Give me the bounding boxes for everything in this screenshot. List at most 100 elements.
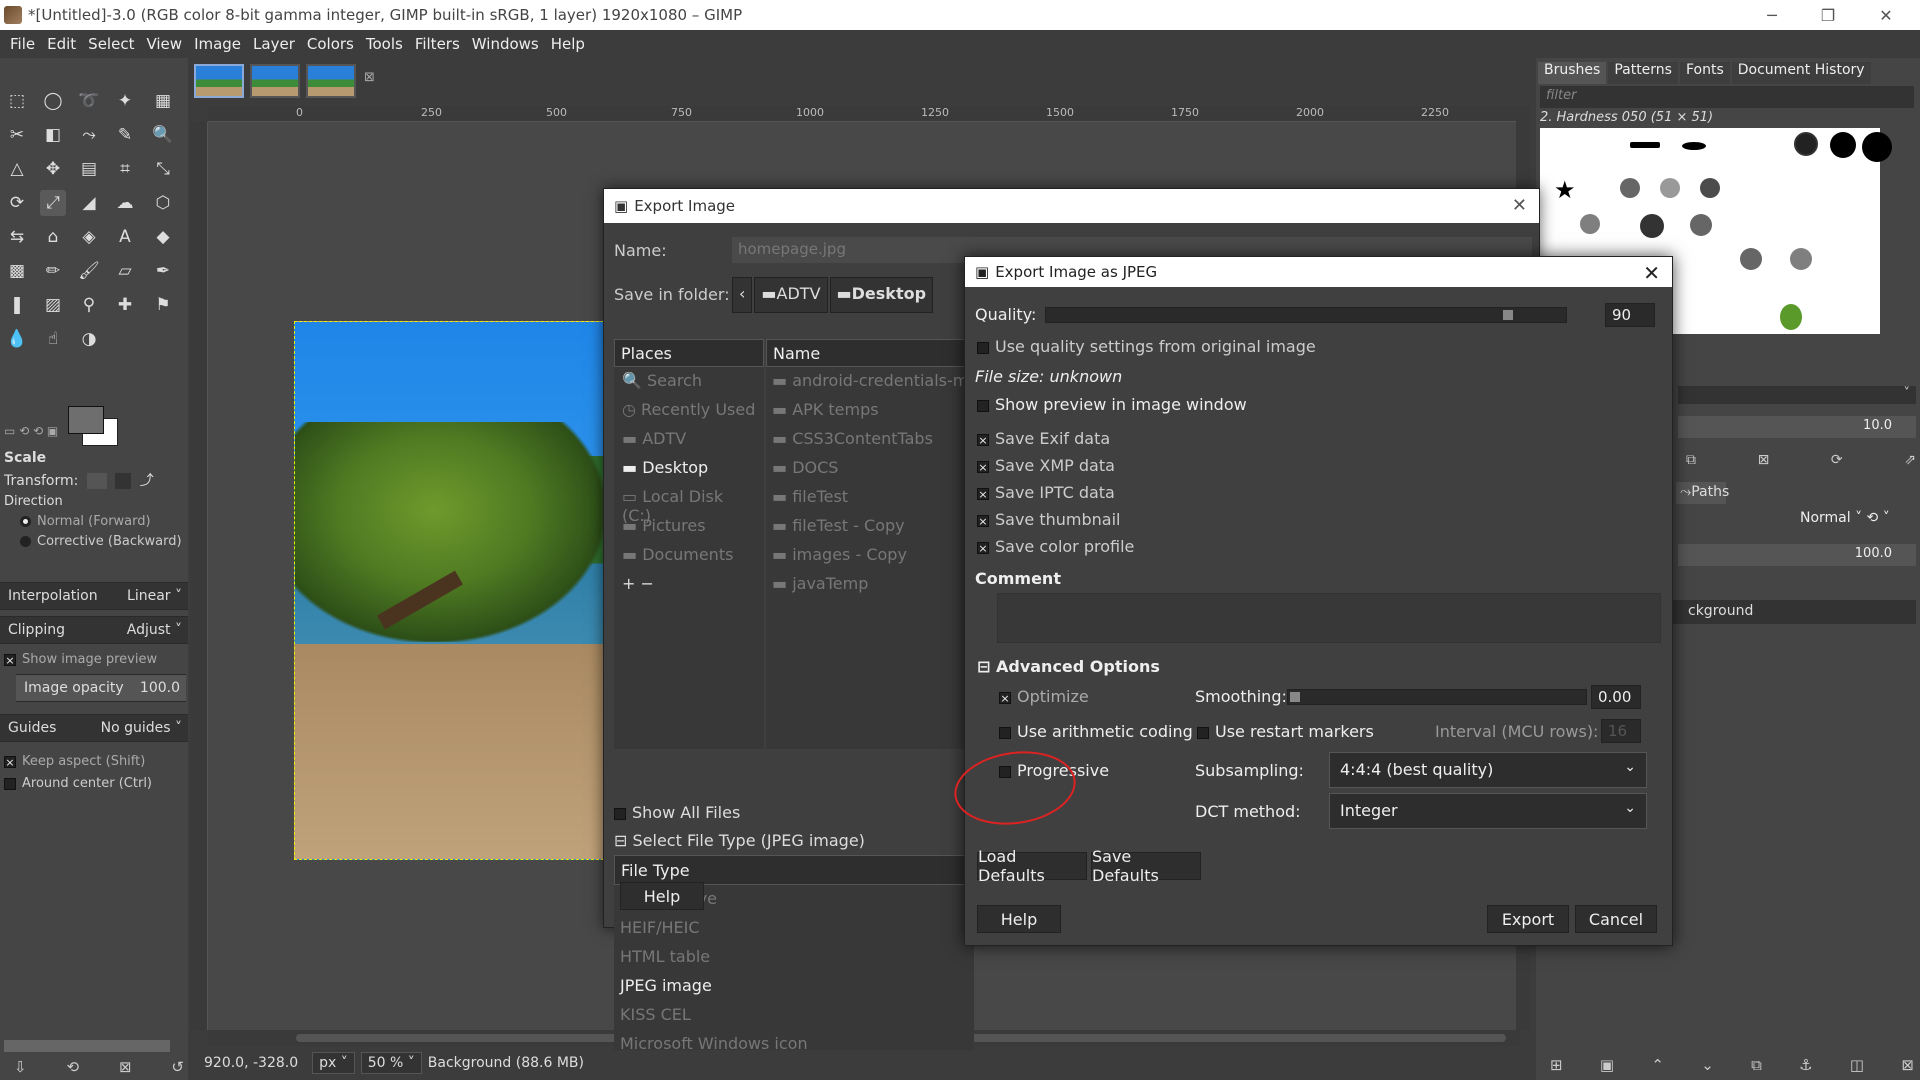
- brush-texture[interactable]: [1580, 214, 1600, 234]
- text-tool-icon[interactable]: A: [112, 224, 138, 250]
- guides-combo[interactable]: Guides No guides ˅: [0, 714, 188, 742]
- tab-brushes[interactable]: Brushes: [1538, 62, 1607, 84]
- anchor-layer-icon[interactable]: ⚓: [1799, 1056, 1812, 1074]
- mask-layer-icon[interactable]: ◫: [1850, 1056, 1864, 1074]
- gradient-icon[interactable]: ▩: [4, 258, 30, 284]
- select-file-type-expander[interactable]: ⊟ Select File Type (JPEG image): [614, 831, 865, 850]
- dock-row-combo[interactable]: ˅: [1678, 386, 1916, 404]
- path-back-button[interactable]: ‹: [732, 277, 753, 313]
- cancel-button[interactable]: Cancel: [1575, 905, 1657, 933]
- restart-markers-checkbox[interactable]: Use restart markers: [1197, 722, 1374, 741]
- subsampling-combo[interactable]: 4:4:4 (best quality) ⌄: [1329, 752, 1647, 788]
- transform-path-icon[interactable]: ⤴: [140, 473, 154, 489]
- file-type-row[interactable]: Microsoft Windows icon: [614, 1030, 974, 1059]
- file-row[interactable]: ▬ images - Copy: [766, 541, 966, 570]
- menu-filters[interactable]: Filters: [409, 35, 466, 53]
- path-desktop-button[interactable]: ▬Desktop: [829, 277, 934, 313]
- align-icon[interactable]: ▤: [76, 156, 102, 182]
- ink-icon[interactable]: ❚: [4, 292, 30, 318]
- keep-aspect-checkbox[interactable]: × Keep aspect (Shift): [0, 754, 188, 769]
- file-row[interactable]: ▬ DOCS: [766, 454, 966, 483]
- file-type-header[interactable]: File Type: [614, 855, 974, 885]
- around-center-checkbox[interactable]: Around center (Ctrl): [0, 776, 188, 791]
- pencil-icon[interactable]: ✏: [40, 258, 66, 284]
- comment-textarea[interactable]: [997, 593, 1661, 643]
- menu-colors[interactable]: Colors: [301, 35, 360, 53]
- mypaint-icon[interactable]: ▨: [40, 292, 66, 318]
- measure-icon[interactable]: △: [4, 156, 30, 182]
- load-defaults-button[interactable]: Load Defaults: [977, 847, 1087, 885]
- brush-texture[interactable]: [1740, 248, 1762, 270]
- advanced-options-expander[interactable]: ⊟ Advanced Options: [977, 657, 1160, 676]
- brush-hardness-050[interactable]: [1794, 132, 1818, 156]
- file-row[interactable]: ▬ CSS3ContentTabs: [766, 425, 966, 454]
- quality-spinbox[interactable]: 90: [1605, 303, 1655, 327]
- place-pictures[interactable]: ▬ Pictures: [614, 512, 764, 541]
- delete-options-icon[interactable]: ⊠: [119, 1058, 132, 1076]
- restore-button[interactable]: ❐: [1800, 0, 1856, 30]
- menu-image[interactable]: Image: [188, 35, 247, 53]
- perspective-clone-icon[interactable]: ⚑: [150, 292, 176, 318]
- smoothing-spinbox[interactable]: 0.00: [1591, 685, 1641, 709]
- brush-line[interactable]: [1630, 142, 1660, 148]
- paintbrush-icon[interactable]: 🖌: [76, 258, 102, 284]
- clipping-combo[interactable]: Clipping Adjust ˅: [0, 616, 188, 644]
- save-options-icon[interactable]: ⇩: [14, 1058, 27, 1076]
- paint-bucket-icon[interactable]: ◆: [150, 224, 176, 250]
- zoom-icon[interactable]: 🔍: [150, 122, 176, 148]
- brush-hardness-100[interactable]: [1862, 132, 1892, 162]
- export-help-button[interactable]: Help: [620, 882, 704, 910]
- menu-view[interactable]: View: [140, 35, 188, 53]
- optimize-checkbox[interactable]: × Optimize: [999, 687, 1089, 706]
- new-layer-icon[interactable]: ⊞: [1550, 1056, 1563, 1074]
- layer-opacity-slider[interactable]: 100.0: [1678, 544, 1916, 566]
- quality-slider[interactable]: [1045, 307, 1567, 323]
- tab-paths[interactable]: ⤳Paths: [1676, 482, 1729, 504]
- brush-texture[interactable]: [1620, 178, 1640, 198]
- use-quality-checkbox[interactable]: Use quality settings from original image: [977, 337, 1316, 356]
- save-xmp-checkbox[interactable]: × Save XMP data: [977, 456, 1115, 475]
- place-local-disk[interactable]: ▭ Local Disk (C:): [614, 483, 764, 525]
- image-tab-2[interactable]: [250, 64, 300, 98]
- image-tab-1[interactable]: [194, 64, 244, 98]
- arithmetic-coding-checkbox[interactable]: Use arithmetic coding: [999, 722, 1193, 741]
- delete-brush-icon[interactable]: ⊠: [1758, 452, 1770, 468]
- brush-texture[interactable]: [1790, 248, 1812, 270]
- place-search[interactable]: 🔍 Search: [614, 367, 764, 396]
- rect-select-icon[interactable]: ⬚: [4, 88, 30, 114]
- dct-method-combo[interactable]: Integer ⌄: [1329, 793, 1647, 829]
- crop-icon[interactable]: ⌗: [112, 156, 138, 182]
- file-row[interactable]: ▬ javaTemp: [766, 570, 966, 599]
- interpolation-combo[interactable]: Interpolation Linear ˅: [0, 582, 188, 610]
- heal-icon[interactable]: ✚: [112, 292, 138, 318]
- transform-selection-icon[interactable]: [115, 473, 132, 489]
- perspective-icon[interactable]: ⬡: [150, 190, 176, 216]
- toolbox-scrollbar[interactable]: [4, 1040, 170, 1052]
- brush-texture[interactable]: [1690, 214, 1712, 236]
- brush-texture[interactable]: [1640, 214, 1664, 238]
- dodge-burn-icon[interactable]: ◑: [76, 326, 102, 352]
- show-all-files-checkbox[interactable]: Show All Files: [614, 803, 740, 822]
- brush-ellipse[interactable]: [1682, 142, 1706, 150]
- warp-icon[interactable]: ☁: [112, 190, 138, 216]
- duplicate-layer-icon[interactable]: ⧉: [1751, 1056, 1762, 1074]
- file-row[interactable]: ▬ android-credentials-mas: [766, 367, 966, 396]
- file-type-row[interactable]: JPEG image: [614, 972, 974, 1001]
- menu-windows[interactable]: Windows: [466, 35, 545, 53]
- foreground-select-icon[interactable]: ◧: [40, 122, 66, 148]
- tab-patterns[interactable]: Patterns: [1608, 62, 1678, 84]
- smoothing-slider[interactable]: [1287, 689, 1587, 705]
- show-preview-checkbox[interactable]: × Show image preview: [0, 652, 188, 667]
- close-icon[interactable]: ✕: [1643, 261, 1660, 285]
- jpeg-help-button[interactable]: Help: [977, 905, 1061, 933]
- fuzzy-select-icon[interactable]: ✦: [112, 88, 138, 114]
- brush-filter-input[interactable]: filter: [1540, 86, 1914, 108]
- image-tab-3[interactable]: [306, 64, 356, 98]
- shear-icon[interactable]: ◢: [76, 190, 102, 216]
- layer-mode-combo[interactable]: Normal ˅ ⟲ ˅: [1800, 510, 1890, 526]
- clone-icon[interactable]: ⚲: [76, 292, 102, 318]
- ellipse-select-icon[interactable]: ◯: [40, 88, 66, 114]
- scissors-icon[interactable]: ✂: [4, 122, 30, 148]
- unified-transform-icon[interactable]: ⤡: [150, 156, 176, 182]
- minimize-button[interactable]: ─: [1744, 0, 1800, 30]
